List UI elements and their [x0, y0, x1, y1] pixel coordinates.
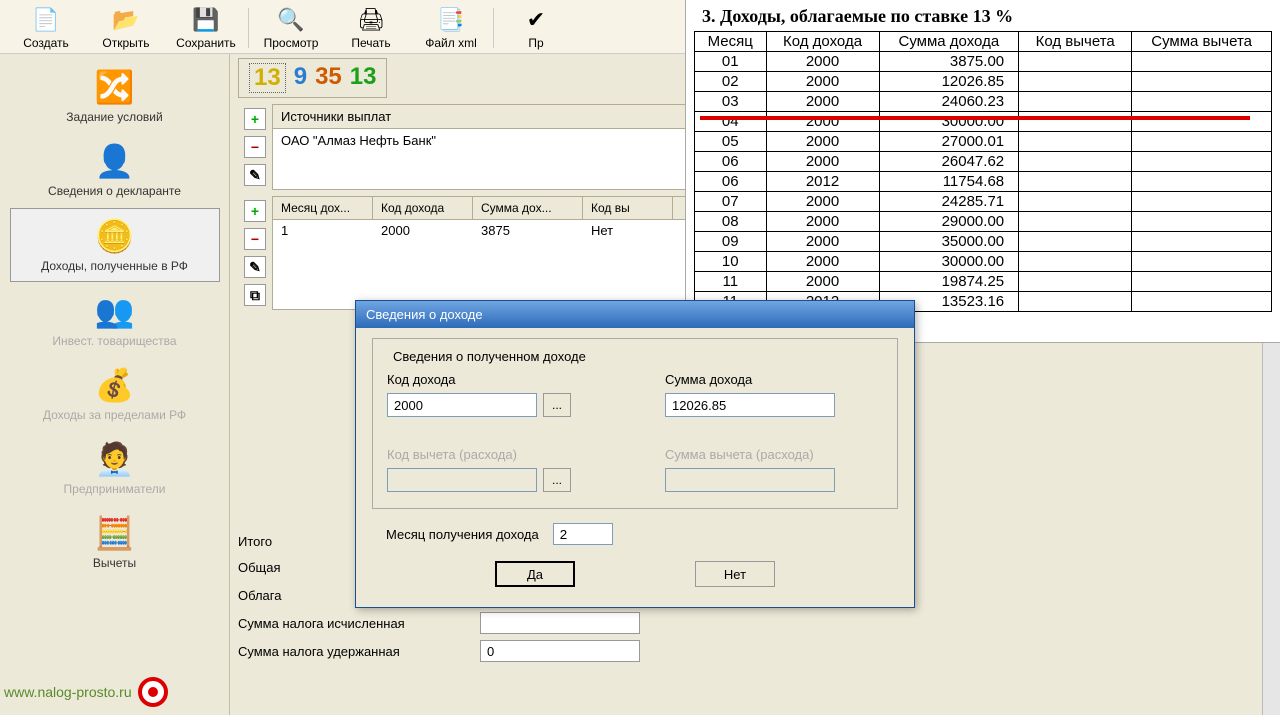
code-label: Код дохода: [387, 372, 605, 387]
rate-tabs: 13 9 35 13: [238, 58, 387, 98]
income-row[interactable]: 120003875Нет: [273, 220, 691, 241]
income-col: Сумма дох...: [473, 197, 583, 219]
browse-code-button[interactable]: ...: [543, 393, 571, 417]
sidebar-income-rf[interactable]: 🪙Доходы, полученные в РФ: [10, 208, 220, 282]
dsum-label: Сумма вычета (расхода): [665, 447, 883, 462]
sidebar-deductions[interactable]: 🧮Вычеты: [10, 506, 220, 578]
deduction-sum-input: [665, 468, 835, 492]
summary-label: Сумма налога удержанная: [238, 644, 468, 659]
income-dialog: Сведения о доходе Сведения о полученном …: [355, 300, 915, 608]
cancel-button[interactable]: Нет: [695, 561, 775, 587]
print-icon: 🖨: [357, 6, 385, 34]
open-icon: 📂: [112, 6, 140, 34]
add-source-button[interactable]: +: [244, 108, 266, 130]
rate-tab-13[interactable]: 13: [249, 63, 286, 93]
toolbar-preview[interactable]: 🔍Просмотр: [251, 4, 331, 52]
refdoc-row: 10200030000.00: [695, 252, 1272, 272]
browse-dcode-button[interactable]: ...: [543, 468, 571, 492]
edit-income-button[interactable]: ✎: [244, 256, 266, 278]
toolbar-filexml[interactable]: 📑Файл xml: [411, 4, 491, 52]
income-code-input[interactable]: [387, 393, 537, 417]
dialog-group-title: Сведения о полученном доходе: [387, 349, 592, 364]
highlight-line: [700, 116, 1250, 120]
rate-tab-9[interactable]: 9: [294, 63, 307, 93]
refdoc-row: 03200024060.23: [695, 92, 1272, 112]
refdoc-row: 06201211754.68: [695, 172, 1272, 192]
refdoc-row: 04200030000.00: [695, 112, 1272, 132]
deductions-icon: 🧮: [94, 512, 136, 554]
summary-label: Сумма налога исчисленная: [238, 616, 468, 631]
sidebar-invest: 👥Инвест. товарищества: [10, 284, 220, 356]
copy-income-button[interactable]: ⧉: [244, 284, 266, 306]
toolbar-open[interactable]: 📂Открыть: [86, 4, 166, 52]
refdoc-row: 02200012026.85: [695, 72, 1272, 92]
income-rf-icon: 🪙: [94, 215, 136, 257]
target-icon: [138, 677, 168, 707]
toolbar-save[interactable]: 💾Сохранить: [166, 4, 246, 52]
month-input[interactable]: [553, 523, 613, 545]
income-col: Месяц дох...: [273, 197, 373, 219]
refdoc-row: 09200035000.00: [695, 232, 1272, 252]
invest-icon: 👥: [94, 290, 136, 332]
refdoc-row: 11200019874.25: [695, 272, 1272, 292]
income-col: Код вы: [583, 197, 673, 219]
toolbar-create[interactable]: 📄Создать: [6, 4, 86, 52]
sidebar-foreign: 💰Доходы за пределами РФ: [10, 358, 220, 430]
toolbar-print[interactable]: 🖨Печать: [331, 4, 411, 52]
preview-icon: 🔍: [277, 6, 305, 34]
declarant-icon: 👤: [94, 140, 136, 182]
save-icon: 💾: [192, 6, 220, 34]
summary-input-3[interactable]: [480, 640, 640, 662]
sidebar-declarant[interactable]: 👤Сведения о декларанте: [10, 134, 220, 206]
remove-source-button[interactable]: −: [244, 136, 266, 158]
sidebar-entrepreneurs: 🧑‍💼Предприниматели: [10, 432, 220, 504]
deduction-code-input: [387, 468, 537, 492]
vertical-scrollbar[interactable]: [1262, 343, 1280, 715]
add-income-button[interactable]: +: [244, 200, 266, 222]
income-col: Код дохода: [373, 197, 473, 219]
rate-tab-35[interactable]: 35: [315, 63, 342, 93]
refdoc-row: 07200024285.71: [695, 192, 1272, 212]
ok-button[interactable]: Да: [495, 561, 575, 587]
conditions-icon: 🔀: [94, 66, 136, 108]
reference-doc: 3. Доходы, облагаемые по ставке 13 % Мес…: [685, 0, 1280, 343]
month-label: Месяц получения дохода: [386, 527, 539, 542]
refdoc-title: 3. Доходы, облагаемые по ставке 13 %: [694, 4, 1272, 31]
watermark: www.nalog-prosto.ru: [4, 677, 168, 707]
sum-label: Сумма дохода: [665, 372, 883, 387]
entrepreneurs-icon: 🧑‍💼: [94, 438, 136, 480]
refdoc-row: 06200026047.62: [695, 152, 1272, 172]
rate-tab-13[interactable]: 13: [350, 63, 377, 93]
refdoc-row: 08200029000.00: [695, 212, 1272, 232]
refdoc-row: 0120003875.00: [695, 52, 1272, 72]
remove-income-button[interactable]: −: [244, 228, 266, 250]
sidebar-conditions[interactable]: 🔀Задание условий: [10, 60, 220, 132]
create-icon: 📄: [32, 6, 60, 34]
check-icon: ✔: [522, 6, 550, 34]
edit-source-button[interactable]: ✎: [244, 164, 266, 186]
refdoc-row: 05200027000.01: [695, 132, 1272, 152]
foreign-icon: 💰: [94, 364, 136, 406]
filexml-icon: 📑: [437, 6, 465, 34]
toolbar-check[interactable]: ✔Пр: [496, 4, 576, 52]
dialog-title: Сведения о доходе: [356, 301, 914, 328]
summary-input-2[interactable]: [480, 612, 640, 634]
dcode-label: Код вычета (расхода): [387, 447, 605, 462]
income-sum-input[interactable]: [665, 393, 835, 417]
